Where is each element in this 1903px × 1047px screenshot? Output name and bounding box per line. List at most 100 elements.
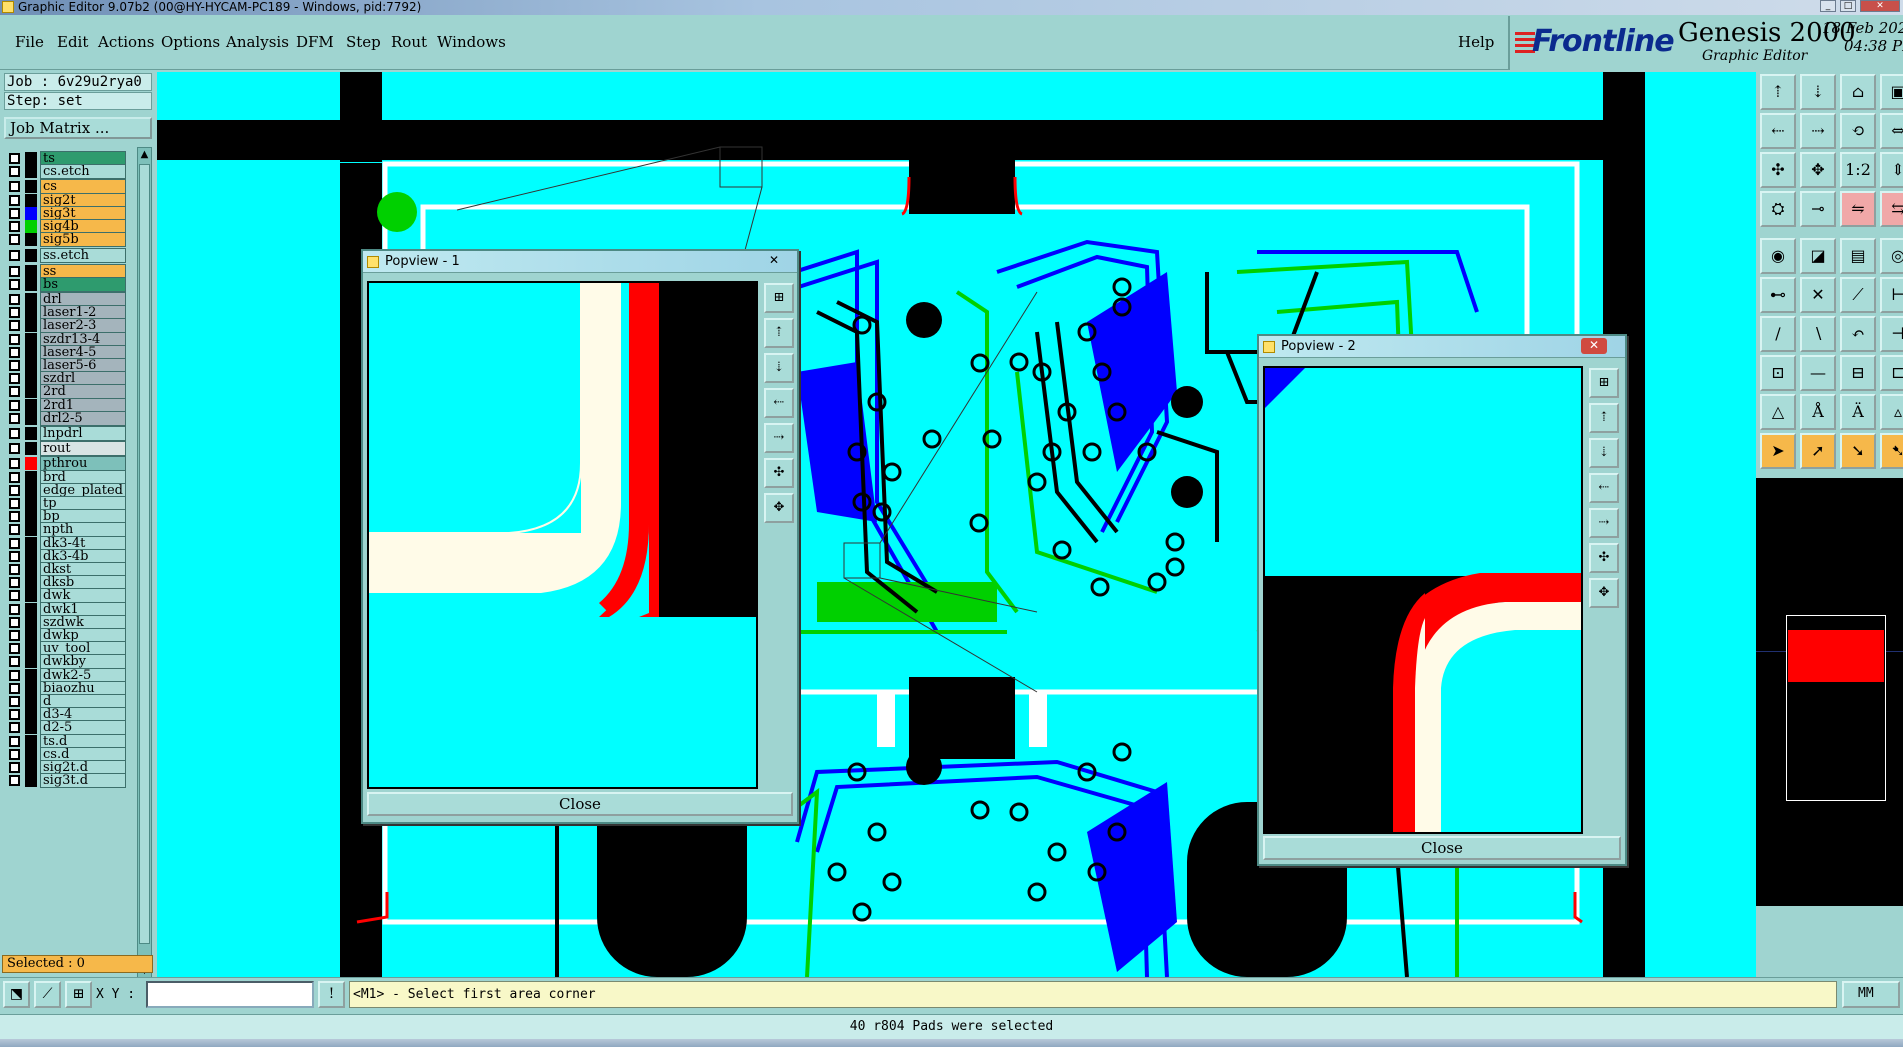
layer-checkbox[interactable] xyxy=(9,221,20,232)
xy-input[interactable] xyxy=(146,981,314,1008)
layer-color-swatch[interactable] xyxy=(25,536,37,550)
layer-checkbox[interactable] xyxy=(9,524,20,536)
layer-checkbox[interactable] xyxy=(9,346,20,358)
toolbar-tool-b-row3-icon[interactable]: ✥ xyxy=(1800,152,1836,188)
pan-right-icon[interactable]: ⇢ xyxy=(764,423,794,453)
layer-checkbox[interactable] xyxy=(9,333,20,345)
toolbar-tool-c-row10-icon[interactable]: ➘ xyxy=(1840,433,1876,469)
layer-checkbox[interactable] xyxy=(9,537,20,549)
toolbar-tool-c-row9-icon[interactable]: Ä xyxy=(1840,394,1876,430)
toolbar-tool-b-row7-icon[interactable]: ∖ xyxy=(1800,316,1836,352)
zoom-out-icon[interactable]: ✥ xyxy=(764,493,794,523)
toolbar-tool-c-row1-icon[interactable]: ⌂ xyxy=(1840,74,1876,110)
layer-name[interactable]: lnpdrl xyxy=(40,426,126,441)
toolbar-tool-c-row2-icon[interactable]: ⟲ xyxy=(1840,113,1876,149)
layer-color-swatch[interactable] xyxy=(25,411,37,425)
layer-color-swatch[interactable] xyxy=(25,457,37,471)
layer-checkbox[interactable] xyxy=(9,775,20,787)
layer-row[interactable]: sig5b xyxy=(4,232,135,248)
layer-checkbox[interactable] xyxy=(9,386,20,398)
toolbar-tool-d-row3-icon[interactable]: ⇕ xyxy=(1880,152,1903,188)
layer-checkbox[interactable] xyxy=(9,278,20,290)
layer-checkbox[interactable] xyxy=(9,428,20,439)
scroll-up-icon[interactable]: ▲ xyxy=(138,148,151,162)
toolbar-tool-c-row5-icon[interactable]: ▤ xyxy=(1840,238,1876,274)
toolbar-tool-d-row6-icon[interactable]: ⊢ xyxy=(1880,277,1903,313)
layer-checkbox[interactable] xyxy=(9,603,20,615)
layer-checkbox[interactable] xyxy=(9,748,20,760)
popview-1-window[interactable]: Popview - 1 ✕ ⊞ ⇡ ⇣ ⇠ ⇢ ✣ ✥ Close xyxy=(361,249,799,824)
layer-checkbox[interactable] xyxy=(9,294,20,305)
layer-name[interactable]: cs.etch xyxy=(40,164,126,180)
toolbar-tool-b-row2-icon[interactable]: ⇢ xyxy=(1800,113,1836,149)
toolbar-tool-a-row8-icon[interactable]: ⊡ xyxy=(1760,355,1796,391)
layer-checkbox[interactable] xyxy=(9,484,20,496)
layer-color-swatch[interactable] xyxy=(25,277,37,291)
toolbar-tool-a-row1-icon[interactable]: ⇡ xyxy=(1760,74,1796,110)
layer-scrollbar[interactable]: ▲ ▼ xyxy=(137,147,152,979)
layer-color-swatch[interactable] xyxy=(25,193,37,207)
layer-color-swatch[interactable] xyxy=(25,483,37,497)
toolbar-tool-d-row5-icon[interactable]: ◎ xyxy=(1880,238,1903,274)
popview-1-close-button[interactable]: Close xyxy=(367,792,793,816)
popview-2-window[interactable]: Popview - 2 ✕ ⊞ ⇡ ⇣ ⇠ ⇢ ✣ ✥ Close xyxy=(1257,334,1627,866)
menu-edit[interactable]: Edit xyxy=(57,33,88,51)
layer-checkbox[interactable] xyxy=(9,250,20,262)
layer-checkbox[interactable] xyxy=(9,550,20,562)
toolbar-tool-b-row5-icon[interactable]: ◪ xyxy=(1800,238,1836,274)
menu-dfm[interactable]: DFM xyxy=(296,33,334,51)
toolbar-tool-d-row9-icon[interactable]: ▵ xyxy=(1880,394,1903,430)
layer-color-swatch[interactable] xyxy=(25,510,37,524)
layer-checkbox[interactable] xyxy=(9,153,20,164)
layer-checkbox[interactable] xyxy=(9,669,20,681)
layer-row[interactable]: lnpdrl xyxy=(4,426,135,441)
alert-icon[interactable]: ! xyxy=(318,981,345,1008)
pan-down-icon[interactable]: ⇣ xyxy=(1589,438,1619,468)
menu-analysis[interactable]: Analysis xyxy=(226,33,289,51)
menu-options[interactable]: Options xyxy=(161,33,220,51)
popview-2-canvas[interactable] xyxy=(1263,366,1583,834)
layer-name[interactable]: ss.etch xyxy=(40,248,126,264)
layer-color-swatch[interactable] xyxy=(25,576,37,590)
layer-checkbox[interactable] xyxy=(9,511,20,523)
toolbar-tool-c-row7-icon[interactable]: ↶ xyxy=(1840,316,1876,352)
zoom-in-icon[interactable]: ✣ xyxy=(764,458,794,488)
layer-name[interactable]: drl2-5 xyxy=(40,410,126,426)
zoom-out-icon[interactable]: ✥ xyxy=(1589,578,1619,608)
pan-left-icon[interactable]: ⇠ xyxy=(764,388,794,418)
layer-color-swatch[interactable] xyxy=(25,332,37,346)
menu-step[interactable]: Step xyxy=(346,33,381,51)
layer-color-swatch[interactable] xyxy=(25,642,37,656)
toolbar-tool-d-row8-icon[interactable]: ⊏ xyxy=(1880,355,1903,391)
popview-2-close-button[interactable]: Close xyxy=(1263,836,1621,860)
menu-file[interactable]: File xyxy=(15,33,44,51)
toolbar-tool-a-row10-icon[interactable]: ➤ xyxy=(1760,433,1796,469)
layer-color-swatch[interactable] xyxy=(25,319,37,333)
layer-color-swatch[interactable] xyxy=(25,721,37,735)
layer-row[interactable]: bs xyxy=(4,276,135,292)
layer-checkbox[interactable] xyxy=(9,682,20,694)
measure-icon[interactable]: ⟋ xyxy=(34,981,61,1008)
layer-row[interactable]: drl2-5 xyxy=(4,410,135,426)
toolbar-tool-c-row6-icon[interactable]: ⟋ xyxy=(1840,277,1876,313)
zoom-in-icon[interactable]: ✣ xyxy=(1589,543,1619,573)
layer-color-swatch[interactable] xyxy=(25,615,37,629)
toolbar-tool-b-row6-icon[interactable]: ✕ xyxy=(1800,277,1836,313)
layer-color-swatch[interactable] xyxy=(25,655,37,669)
layer-name[interactable]: rout xyxy=(40,441,126,457)
maximize-icon[interactable]: □ xyxy=(1840,0,1856,12)
pan-up-icon[interactable]: ⇡ xyxy=(764,318,794,348)
toolbar-tool-b-row10-icon[interactable]: ➚ xyxy=(1800,433,1836,469)
toolbar-tool-b-row4-icon[interactable]: ⊸ xyxy=(1800,191,1836,227)
layer-color-swatch[interactable] xyxy=(25,695,37,708)
layer-color-swatch[interactable] xyxy=(25,293,37,306)
layer-row[interactable]: rout xyxy=(4,441,135,457)
snap-icon[interactable]: ⬔ xyxy=(3,981,30,1008)
toolbar-tool-a-row6-icon[interactable]: ⊷ xyxy=(1760,277,1796,313)
layer-checkbox[interactable] xyxy=(9,643,20,655)
layer-color-swatch[interactable] xyxy=(25,398,37,412)
popview-1-titlebar[interactable]: Popview - 1 xyxy=(363,251,797,273)
toolbar-tool-d-row4-icon[interactable]: ⇆ xyxy=(1880,191,1903,227)
layer-color-swatch[interactable] xyxy=(25,563,37,576)
layer-color-swatch[interactable] xyxy=(25,180,37,194)
